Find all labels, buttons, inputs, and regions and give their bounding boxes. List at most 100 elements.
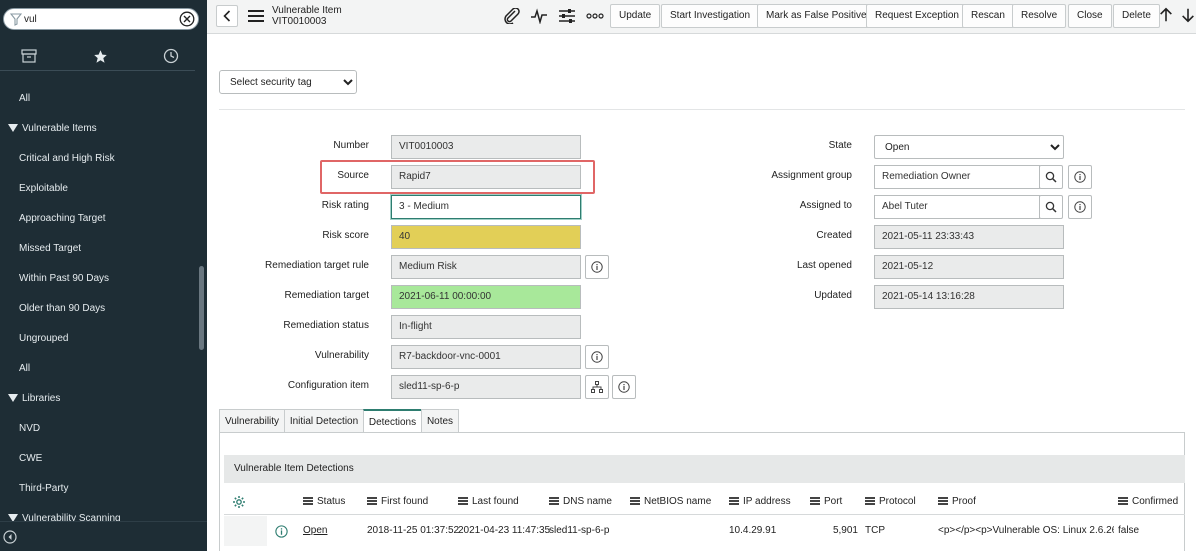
column-proof[interactable]: Proof xyxy=(938,489,976,515)
info-icon[interactable] xyxy=(275,525,288,538)
column-confirmed[interactable]: Confirmed xyxy=(1118,489,1178,515)
column-last-found[interactable]: Last found xyxy=(458,489,519,515)
cell-proof: <p></p><p>Vulnerable OS: Linux 2.6.26</p xyxy=(938,525,1114,536)
request-exception-button[interactable]: Request Exception xyxy=(866,4,968,28)
state-select[interactable]: Open xyxy=(874,135,1064,159)
menu-item-exploitable[interactable]: Exploitable xyxy=(0,174,195,204)
menu-item-approaching-target[interactable]: Approaching Target xyxy=(0,204,195,234)
sidebar-scrollbar[interactable] xyxy=(199,266,204,350)
menu-section-vulnerable-items[interactable]: Vulnerable Items xyxy=(0,114,195,144)
section-label: Vulnerability Scanning xyxy=(22,513,121,521)
menu-item-third-party[interactable]: Third-Party xyxy=(0,474,195,504)
column-menu-icon xyxy=(458,497,468,505)
menu-item-all-top[interactable]: All xyxy=(0,84,195,114)
clear-filter-icon[interactable] xyxy=(179,11,195,27)
close-button[interactable]: Close xyxy=(1068,4,1112,28)
assigned-to-info-button[interactable] xyxy=(1068,195,1092,219)
mark-false-positive-button[interactable]: Mark as False Positive xyxy=(757,4,876,28)
menu-section-vulnerability-scanning[interactable]: Vulnerability Scanning xyxy=(0,504,195,521)
assignment-group-field[interactable]: Remediation Owner xyxy=(874,165,1040,189)
more-options-icon[interactable] xyxy=(586,8,604,24)
gear-icon[interactable] xyxy=(232,495,246,509)
collapse-navigator-icon[interactable] xyxy=(3,530,17,544)
risk-rating-label: Risk rating xyxy=(321,200,369,211)
cell-last-found: 2021-04-23 11:47:35 xyxy=(458,525,551,536)
column-menu-icon xyxy=(367,497,377,505)
cell-status[interactable]: Open xyxy=(303,516,327,546)
tab-notes[interactable]: Notes xyxy=(421,409,459,433)
menu-item-missed-target[interactable]: Missed Target xyxy=(0,234,195,264)
assigned-to-lookup-button[interactable] xyxy=(1039,195,1063,219)
arrow-up-icon[interactable] xyxy=(1157,7,1175,23)
resolve-button[interactable]: Resolve xyxy=(1012,4,1067,28)
update-button[interactable]: Update xyxy=(610,4,661,28)
assignment-group-info-button[interactable] xyxy=(1068,165,1092,189)
assignment-group-lookup-button[interactable] xyxy=(1039,165,1063,189)
column-menu-icon xyxy=(729,497,739,505)
column-label: Protocol xyxy=(879,496,916,507)
assignment-group-label: Assignment group xyxy=(771,170,852,181)
remediation-target-rule-label: Remediation target rule xyxy=(265,260,369,271)
section-label: Libraries xyxy=(22,393,61,404)
column-label: First found xyxy=(381,496,429,507)
record-form: Select security tag Number VIT0010003 So… xyxy=(207,34,1196,551)
search-icon xyxy=(1045,201,1057,213)
menu-item-ungrouped[interactable]: Ungrouped xyxy=(0,324,195,354)
navigator-filter-input[interactable] xyxy=(24,11,174,27)
vulnerability-info-button[interactable] xyxy=(585,345,609,369)
navigator-filter[interactable] xyxy=(3,8,199,30)
detections-panel: Vulnerable Item Detections Status First … xyxy=(219,432,1185,551)
menu-item-cwe[interactable]: CWE xyxy=(0,444,195,474)
arrow-down-icon[interactable] xyxy=(1180,7,1196,23)
section-label: Vulnerable Items xyxy=(22,123,97,134)
remediation-rule-info-button[interactable] xyxy=(585,255,609,279)
risk-rating-field[interactable]: 3 - Medium xyxy=(391,195,581,219)
source-highlight-annotation xyxy=(320,160,595,194)
rescan-button[interactable]: Rescan xyxy=(962,4,1014,28)
table-row: Open 2018-11-25 01:37:52 2021-04-23 11:4… xyxy=(224,516,1185,546)
menu-item-older-than-90[interactable]: Older than 90 Days xyxy=(0,294,195,324)
tab-vulnerability[interactable]: Vulnerability xyxy=(219,409,285,433)
dependency-view-button[interactable] xyxy=(585,375,609,399)
context-menu-icon[interactable] xyxy=(248,9,264,23)
assigned-to-field[interactable]: Abel Tuter xyxy=(874,195,1040,219)
settings-sliders-icon[interactable] xyxy=(558,8,576,24)
navigator-sidebar: All Vulnerable Items Critical and High R… xyxy=(0,0,207,551)
updated-field: 2021-05-14 13:16:28 xyxy=(874,285,1064,309)
column-first-found[interactable]: First found xyxy=(367,489,428,515)
column-label: DNS name xyxy=(563,496,612,507)
column-label: Confirmed xyxy=(1132,496,1179,507)
sidebar-footer xyxy=(0,521,207,551)
column-status[interactable]: Status xyxy=(303,489,345,515)
collapse-triangle-icon xyxy=(8,514,18,521)
column-netbios-name[interactable]: NetBIOS name xyxy=(630,489,711,515)
start-investigation-button[interactable]: Start Investigation xyxy=(661,4,760,28)
column-port[interactable]: Port xyxy=(810,489,842,515)
paperclip-icon[interactable] xyxy=(503,8,521,24)
cell-ip-address: 10.4.29.91 xyxy=(729,525,777,536)
menu-item-within-past-90[interactable]: Within Past 90 Days xyxy=(0,264,195,294)
back-button[interactable] xyxy=(216,5,238,27)
column-menu-icon xyxy=(1118,497,1128,505)
menu-section-libraries[interactable]: Libraries xyxy=(0,384,195,414)
configuration-item-info-button[interactable] xyxy=(612,375,636,399)
risk-score-field: 40 xyxy=(391,225,581,249)
activity-icon[interactable] xyxy=(530,8,548,24)
hierarchy-icon xyxy=(591,381,603,393)
tab-detections[interactable]: Detections xyxy=(363,409,422,433)
security-tag-select[interactable]: Select security tag xyxy=(219,70,357,94)
menu-item-all[interactable]: All xyxy=(0,354,195,384)
cell-confirmed: false xyxy=(1118,525,1140,536)
column-menu-icon xyxy=(549,497,559,505)
cell-protocol: TCP xyxy=(865,525,885,536)
column-menu-icon xyxy=(303,497,313,505)
info-icon xyxy=(1074,201,1086,213)
delete-button[interactable]: Delete xyxy=(1113,4,1160,28)
updated-label: Updated xyxy=(814,290,852,301)
column-dns-name[interactable]: DNS name xyxy=(549,489,612,515)
column-ip-address[interactable]: IP address xyxy=(729,489,791,515)
tab-initial-detection[interactable]: Initial Detection xyxy=(284,409,364,433)
column-protocol[interactable]: Protocol xyxy=(865,489,916,515)
menu-item-nvd[interactable]: NVD xyxy=(0,414,195,444)
menu-item-critical-high-risk[interactable]: Critical and High Risk xyxy=(0,144,195,174)
